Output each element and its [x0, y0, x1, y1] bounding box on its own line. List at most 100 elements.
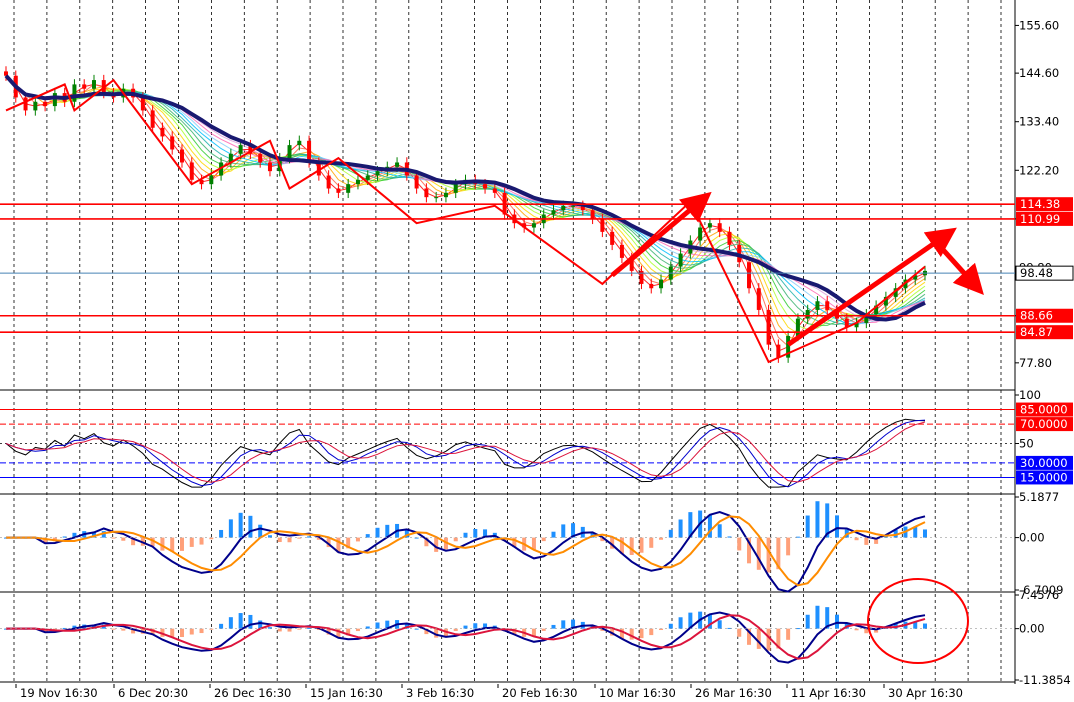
candle-body: [267, 162, 272, 172]
candle-body: [776, 344, 781, 358]
candle-body: [717, 223, 722, 232]
ma-line: [5, 75, 926, 326]
histogram-bar: [854, 537, 859, 541]
candle-body: [91, 80, 96, 89]
candle-body: [805, 309, 810, 319]
histogram-bar: [111, 628, 116, 630]
histogram-bar: [737, 537, 742, 551]
histogram-bar: [815, 605, 820, 629]
histogram-bar: [649, 537, 654, 548]
candle-body: [610, 231, 615, 245]
candle-body: [258, 153, 263, 163]
histogram-bar: [219, 623, 224, 629]
ma-line: [5, 75, 926, 322]
x-tick-label: 30 Apr 16:30: [888, 686, 963, 700]
histogram-bar: [199, 537, 204, 545]
histogram-bar: [668, 529, 673, 538]
candle-body: [551, 210, 556, 215]
candle-body: [453, 184, 458, 193]
candle-body: [326, 175, 331, 189]
candle-body: [355, 179, 360, 185]
histogram-bar: [453, 537, 458, 542]
histogram-bar: [111, 537, 116, 539]
histogram-bar: [835, 515, 840, 538]
histogram-bar: [649, 628, 654, 636]
candle-body: [209, 175, 214, 185]
histogram-bar: [365, 626, 370, 629]
ma-line: [5, 75, 926, 325]
y-tick-label: 7.4576: [1019, 588, 1059, 602]
histogram-bar: [551, 531, 556, 538]
candle-body: [747, 262, 752, 289]
histogram-bar: [238, 512, 243, 538]
candle-body: [238, 145, 243, 154]
histogram-bar: [189, 537, 194, 547]
level-label: 84.87: [1020, 325, 1053, 339]
histogram-bar: [228, 519, 233, 538]
candles: [4, 66, 927, 363]
candle-body: [707, 223, 712, 228]
y-tick-label: 133.40: [1019, 115, 1059, 129]
candle-body: [189, 162, 194, 180]
candle-body: [795, 318, 800, 336]
histogram-bar: [463, 625, 468, 629]
histogram-bar: [189, 628, 194, 635]
candle-body: [336, 188, 341, 193]
y-tick-label: 0.00: [1019, 531, 1045, 545]
candle-body: [825, 301, 830, 310]
candle-body: [619, 244, 624, 258]
candle-body: [297, 140, 302, 146]
level-label: 30.0000: [1020, 456, 1068, 470]
time-axis: 19 Nov 16:30 6 Dec 20:30 26 Dec 16:30 15 Ja…: [15, 684, 963, 700]
histogram-bar: [561, 620, 566, 629]
x-tick-label: 3 Feb 16:30: [406, 686, 474, 700]
trading-chart: 155.60144.60133.40122.20110.9999.8088.66…: [0, 0, 1074, 700]
histogram-bar: [258, 524, 263, 538]
candle-body: [561, 205, 566, 211]
histogram-bar: [375, 527, 380, 538]
histogram-bar: [786, 537, 791, 556]
histogram-bar: [267, 535, 272, 538]
histogram-bar: [179, 537, 184, 551]
y-tick-label: 100: [1019, 388, 1041, 402]
histogram-bar: [179, 628, 184, 638]
histogram-bar: [756, 628, 761, 649]
candle-body: [434, 197, 439, 199]
candle-body: [815, 301, 820, 310]
ma-ribbon: [5, 75, 926, 352]
histogram-bar: [551, 624, 556, 629]
histogram-bar: [453, 628, 458, 631]
histogram-bar: [923, 529, 927, 538]
x-tick-label: 20 Feb 16:30: [502, 686, 577, 700]
candle-body: [414, 175, 419, 189]
x-tick-label: 19 Nov 16:30: [20, 686, 98, 700]
histogram-bar: [561, 524, 566, 538]
candle-body: [170, 136, 175, 150]
candle-body: [82, 84, 87, 89]
oscillator-line: [5, 418, 926, 488]
candle-body: [600, 218, 605, 232]
histogram-bar: [864, 628, 869, 634]
histogram-bar: [287, 537, 292, 543]
price-axis: 155.60144.60133.40122.20110.9999.8088.66…: [1015, 18, 1074, 687]
candle-body: [531, 223, 536, 228]
histogram-bar: [473, 623, 478, 629]
histogram-bar: [287, 628, 292, 632]
candle-body: [659, 279, 664, 289]
histogram-bar: [375, 622, 380, 629]
histogram-bar: [531, 537, 536, 550]
candle-body: [678, 253, 683, 267]
zigzag-line: [5, 78, 926, 364]
candle-body: [160, 127, 165, 137]
histogram-bar: [678, 617, 683, 629]
candle-body: [23, 97, 28, 111]
level-label: 70.0000: [1020, 417, 1068, 431]
level-label: 15.0000: [1020, 470, 1068, 484]
histogram-bar: [355, 537, 360, 542]
y-tick-label: -11.3854: [1019, 673, 1071, 687]
histogram-bar: [678, 519, 683, 538]
level-label: 110.99: [1020, 212, 1060, 226]
x-tick-label: 11 Apr 16:30: [791, 686, 866, 700]
histogram-bar: [541, 537, 546, 542]
candle-body: [287, 145, 292, 159]
